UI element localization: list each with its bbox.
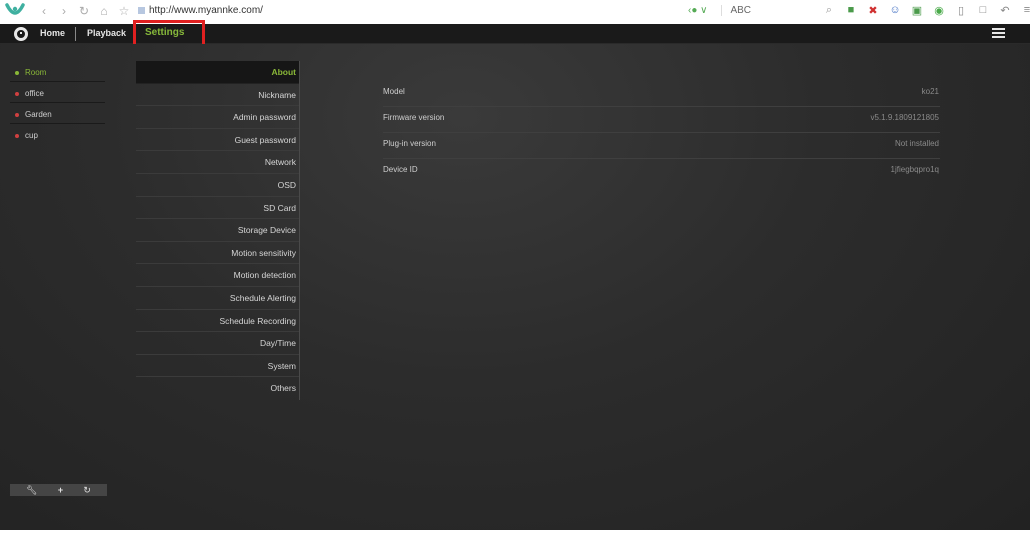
browser-logo-icon	[5, 3, 25, 15]
camera-name: Room	[25, 68, 47, 77]
address-bar[interactable]: http://www.myannke.com/	[138, 5, 263, 16]
home-icon[interactable]: ⌂	[98, 4, 110, 18]
info-row-model: Model ko21	[383, 81, 940, 107]
status-dot-icon	[15, 134, 19, 138]
settings-menu-item-guest-password[interactable]: Guest password	[136, 129, 299, 152]
settings-menu-item-schedule-alerting[interactable]: Schedule Alerting	[136, 287, 299, 310]
info-label: Firmware version	[383, 113, 445, 122]
app-logo-icon	[14, 27, 28, 41]
settings-menu-item-schedule-recording[interactable]: Schedule Recording	[136, 310, 299, 333]
settings-menu-item-day-time[interactable]: Day/Time	[136, 332, 299, 355]
info-label: Model	[383, 87, 405, 96]
page-edge	[0, 530, 1033, 534]
info-value: ko21	[921, 87, 939, 96]
nav-playback[interactable]: Playback	[87, 28, 126, 38]
user-icon[interactable]: ☺	[888, 4, 902, 17]
info-value: v5.1.9.1809121805	[870, 113, 939, 122]
refresh-icon[interactable]: ↻	[83, 485, 91, 496]
camera-item[interactable]: Garden	[10, 108, 105, 129]
refresh-icon[interactable]: ↻	[78, 4, 90, 18]
camera-list: Room office Garden cup	[10, 66, 105, 150]
info-value: 1jfiegbqpro1q	[890, 165, 939, 174]
settings-menu: About Nickname Admin password Guest pass…	[136, 61, 300, 400]
close-tabs-icon[interactable]: ✖	[866, 4, 880, 17]
settings-menu-item-motion-sensitivity[interactable]: Motion sensitivity	[136, 242, 299, 265]
camera-item[interactable]: cup	[10, 129, 105, 150]
camera-toolbar: 🔧︎ + ↻	[10, 484, 107, 496]
settings-menu-item-motion-detection[interactable]: Motion detection	[136, 264, 299, 287]
page-icon	[138, 7, 145, 14]
camera-name: cup	[25, 131, 38, 140]
settings-menu-item-others[interactable]: Others	[136, 377, 299, 400]
search-icon[interactable]: ⌕	[822, 4, 836, 17]
settings-menu-item-osd[interactable]: OSD	[136, 174, 299, 197]
undo-icon[interactable]: ↶	[998, 4, 1012, 17]
settings-menu-item-about[interactable]: About	[136, 61, 299, 84]
share-icon[interactable]: ‹● ∨	[688, 5, 707, 16]
status-dot-icon	[15, 71, 19, 75]
info-row-device-id: Device ID 1jfiegbqpro1q	[383, 159, 940, 185]
search-engine-label[interactable]: ABC	[721, 5, 751, 16]
hamburger-menu-icon[interactable]	[992, 28, 1005, 39]
info-row-firmware: Firmware version v5.1.9.1809121805	[383, 107, 940, 133]
info-row-plugin: Plug-in version Not installed	[383, 133, 940, 159]
chat-icon[interactable]: ▣	[910, 4, 924, 17]
window-icon[interactable]: ▯	[954, 4, 968, 17]
minimize-icon[interactable]: □	[976, 4, 990, 17]
settings-menu-item-sd-card[interactable]: SD Card	[136, 197, 299, 220]
camera-name: office	[25, 89, 44, 98]
settings-menu-item-system[interactable]: System	[136, 355, 299, 378]
settings-menu-item-admin-password[interactable]: Admin password	[136, 106, 299, 129]
status-dot-icon	[15, 92, 19, 96]
info-label: Device ID	[383, 165, 418, 174]
extension-icon[interactable]: ■	[844, 4, 858, 17]
back-icon[interactable]: ‹	[38, 4, 50, 18]
shield-icon[interactable]: ◉	[932, 4, 946, 17]
nav-home[interactable]: Home	[40, 28, 65, 38]
settings-menu-item-nickname[interactable]: Nickname	[136, 84, 299, 107]
settings-menu-item-storage-device[interactable]: Storage Device	[136, 219, 299, 242]
forward-icon[interactable]: ›	[58, 4, 70, 18]
star-icon[interactable]: ☆	[118, 4, 130, 18]
wrench-icon[interactable]: 🔧︎	[26, 485, 37, 496]
info-label: Plug-in version	[383, 139, 436, 148]
status-dot-icon	[15, 113, 19, 117]
info-value: Not installed	[894, 139, 939, 148]
camera-item[interactable]: office	[10, 87, 105, 108]
about-info-panel: Model ko21 Firmware version v5.1.9.18091…	[383, 81, 940, 185]
settings-menu-item-network[interactable]: Network	[136, 151, 299, 174]
url-text[interactable]: http://www.myannke.com/	[149, 5, 263, 16]
camera-item[interactable]: Room	[10, 66, 105, 87]
main-area: Room office Garden cup 🔧︎ + ↻ About Nick…	[0, 44, 1030, 530]
nav-divider	[75, 27, 76, 41]
plus-icon[interactable]: +	[58, 485, 63, 495]
browser-menu-icon[interactable]: ≡	[1020, 4, 1033, 17]
camera-name: Garden	[25, 110, 52, 119]
